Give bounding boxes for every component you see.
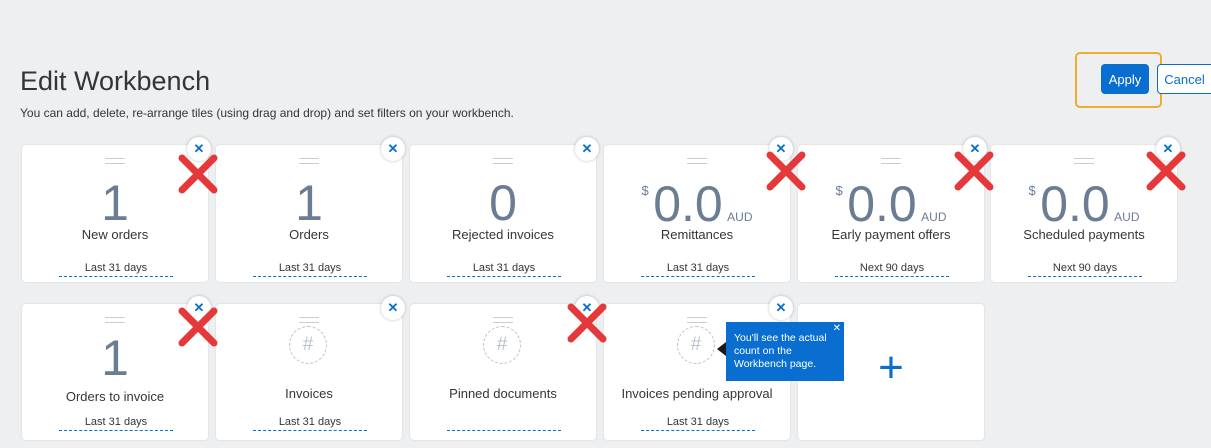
tile-label: Rejected invoices (452, 227, 554, 242)
tile-early-payment-offers[interactable]: $ 0.0 AUD Early payment offers Next 90 d… (798, 137, 987, 282)
hash-placeholder-icon: # (483, 326, 521, 364)
drag-handle-icon[interactable] (299, 158, 319, 164)
plus-icon[interactable]: + (871, 346, 911, 390)
drag-handle-icon[interactable] (881, 158, 901, 164)
tile-pinned-documents[interactable]: # Pinned documents ✕ (410, 296, 599, 440)
tile-money-value: $ 0.0 AUD (991, 177, 1177, 231)
remove-tile-button[interactable]: ✕ (575, 137, 599, 161)
tile-money-value: $ 0.0 AUD (604, 177, 790, 231)
tile-period-filter[interactable]: Last 31 days (641, 415, 755, 431)
tile-value: 1 (295, 175, 323, 231)
drag-handle-icon[interactable] (687, 158, 707, 164)
tile-period-filter[interactable] (447, 415, 561, 431)
hash-placeholder-icon: # (677, 326, 715, 364)
tile-label: Orders (289, 227, 329, 242)
tooltip-arrow (717, 342, 726, 356)
tile-label: Pinned documents (449, 386, 557, 401)
tile-value: 1 (101, 175, 129, 231)
tile-scheduled-payments[interactable]: $ 0.0 AUD Scheduled payments Next 90 day… (991, 137, 1180, 282)
cancel-button[interactable]: Cancel (1157, 64, 1211, 94)
currency-symbol: $ (1028, 183, 1036, 198)
tile-value: 0.0 (847, 176, 917, 232)
remove-tile-button[interactable]: ✕ (1156, 137, 1180, 161)
drag-handle-icon[interactable] (105, 158, 125, 164)
tile-period-filter[interactable]: Last 31 days (59, 261, 173, 277)
page-title: Edit Workbench (20, 66, 211, 96)
currency-unit: AUD (727, 210, 753, 224)
tile-label: Invoices (285, 386, 333, 401)
tile-money-value: $ 0.0 AUD (798, 177, 984, 231)
tile-label: Remittances (660, 227, 734, 242)
remove-tile-button[interactable]: ✕ (769, 296, 793, 320)
tile-label: New orders (81, 227, 149, 242)
remove-tile-button[interactable]: ✕ (575, 296, 599, 320)
tile-value: 0.0 (653, 176, 723, 232)
tile-period-filter[interactable]: Last 31 days (253, 415, 367, 431)
currency-unit: AUD (921, 210, 947, 224)
info-tooltip: You'll see the actual count on the Workb… (726, 322, 844, 381)
tile-value: 1 (101, 330, 129, 386)
tile-period-filter[interactable]: Next 90 days (835, 261, 949, 277)
tile-label: Orders to invoice (65, 389, 165, 404)
tile-period-filter[interactable]: Last 31 days (641, 261, 755, 277)
tile-period-filter[interactable]: Last 31 days (447, 261, 561, 277)
tile-label: Invoices pending approval (621, 386, 773, 401)
page-subtitle: You can add, delete, re-arrange tiles (u… (20, 106, 514, 120)
tile-rejected-invoices[interactable]: 0 Rejected invoices Last 31 days ✕ (410, 137, 599, 282)
hash-placeholder-icon: # (289, 326, 327, 364)
currency-symbol: $ (835, 183, 843, 198)
tile-value: 0.0 (1040, 176, 1110, 232)
tile-orders[interactable]: 1 Orders Last 31 days ✕ (216, 137, 405, 282)
currency-unit: AUD (1114, 210, 1140, 224)
remove-tile-button[interactable]: ✕ (381, 296, 405, 320)
remove-tile-button[interactable]: ✕ (187, 296, 211, 320)
remove-tile-button[interactable]: ✕ (769, 137, 793, 161)
tile-period-filter[interactable]: Next 90 days (1028, 261, 1142, 277)
tile-orders-to-invoice[interactable]: 1 Orders to invoice Last 31 days ✕ (22, 296, 211, 440)
tooltip-close-icon[interactable]: ✕ (833, 322, 841, 335)
drag-handle-icon[interactable] (299, 317, 319, 323)
currency-symbol: $ (641, 183, 649, 198)
tile-remittances[interactable]: $ 0.0 AUD Remittances Last 31 days ✕ (604, 137, 793, 282)
drag-handle-icon[interactable] (493, 317, 513, 323)
remove-tile-button[interactable]: ✕ (963, 137, 987, 161)
drag-handle-icon[interactable] (1074, 158, 1094, 164)
remove-tile-button[interactable]: ✕ (187, 137, 211, 161)
tile-invoices[interactable]: # Invoices Last 31 days ✕ (216, 296, 405, 440)
drag-handle-icon[interactable] (493, 158, 513, 164)
drag-handle-icon[interactable] (687, 317, 707, 323)
drag-handle-icon[interactable] (105, 317, 125, 323)
tile-label: Scheduled payments (1023, 227, 1145, 242)
tile-value: 0 (489, 175, 517, 231)
tile-period-filter[interactable]: Last 31 days (253, 261, 367, 277)
tile-new-orders[interactable]: 1 New orders Last 31 days ✕ (22, 137, 211, 282)
apply-button[interactable]: Apply (1101, 64, 1149, 94)
tile-period-filter[interactable]: Last 31 days (59, 415, 173, 431)
tile-label: Early payment offers (831, 227, 951, 242)
tooltip-text: You'll see the actual count on the Workb… (734, 332, 827, 370)
remove-tile-button[interactable]: ✕ (381, 137, 405, 161)
